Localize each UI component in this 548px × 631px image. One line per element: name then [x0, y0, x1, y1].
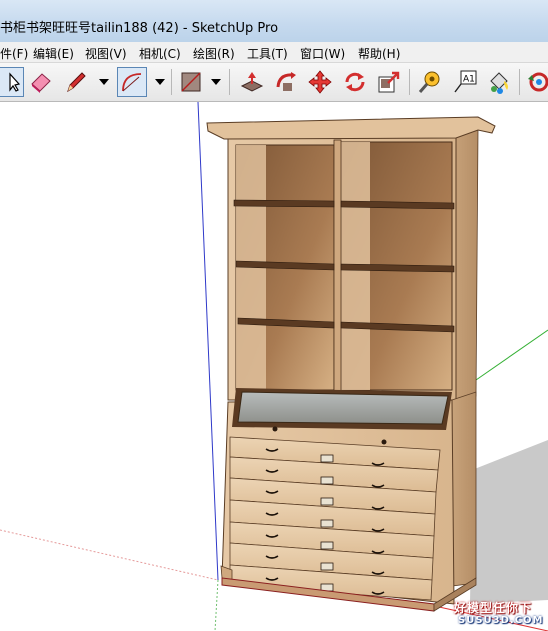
toolbar-separator	[519, 69, 520, 95]
chevron-down-icon	[155, 79, 165, 85]
glass-lid	[237, 391, 449, 425]
orbit-tool-button[interactable]	[524, 67, 548, 97]
window-title: 书柜书架旺旺号tailin188 (42) - SketchUp Pro	[0, 21, 279, 36]
paint-bucket-icon	[490, 72, 508, 94]
paint-bucket-tool-button[interactable]	[484, 67, 514, 97]
chevron-down-icon	[211, 79, 221, 85]
chevron-down-icon	[99, 79, 109, 85]
menu-bar: 件(F) 编辑(E) 视图(V) 相机(C) 绘图(R) 工具(T) 窗口(W)…	[0, 42, 548, 63]
crown-molding	[206, 116, 496, 140]
center-divider	[333, 139, 342, 393]
green-axis-line	[475, 329, 548, 381]
green-axis-dashed	[214, 579, 219, 631]
drawer-stack	[229, 436, 441, 601]
lid-knob	[272, 426, 278, 432]
menu-draw[interactable]: 绘图(R)	[193, 45, 235, 62]
modeling-viewport[interactable]	[0, 102, 548, 631]
rotate-tool-button[interactable]	[340, 67, 370, 97]
move-tool-button[interactable]	[305, 67, 335, 97]
rectangle-icon	[181, 72, 201, 92]
main-toolbar: A1	[0, 63, 548, 102]
svg-text:A1: A1	[463, 75, 475, 85]
blue-axis-line	[197, 102, 219, 581]
watermark-cn: 好模型任你下	[454, 601, 533, 615]
rotate-icon	[345, 72, 365, 92]
pencil-dropdown[interactable]	[96, 69, 112, 95]
menu-window[interactable]: 窗口(W)	[300, 45, 345, 62]
toolbar-separator	[229, 69, 230, 95]
floor-shadow	[470, 440, 548, 604]
eraser-tool-button[interactable]	[26, 67, 56, 97]
model-scene	[0, 102, 548, 631]
title-bar: 书柜书架旺旺号tailin188 (42) - SketchUp Pro	[0, 0, 548, 42]
tape-measure-icon	[418, 71, 440, 93]
arc-icon	[122, 73, 142, 92]
orbit-icon	[528, 72, 548, 92]
text-tool-button[interactable]: A1	[449, 67, 479, 97]
rectangle-dropdown[interactable]	[208, 69, 224, 95]
scale-icon	[378, 71, 400, 93]
menu-camera[interactable]: 相机(C)	[139, 45, 181, 62]
push-pull-icon	[240, 72, 264, 92]
follow-me-tool-button[interactable]	[271, 67, 301, 97]
toolbar-separator	[171, 69, 172, 95]
eraser-icon	[31, 73, 51, 93]
tape-measure-tool-button[interactable]	[415, 67, 445, 97]
arc-tool-button[interactable]	[117, 67, 147, 97]
select-tool-button[interactable]	[0, 67, 24, 97]
watermark-en: SUSU3D.COM	[458, 615, 544, 626]
toolbar-separator	[409, 69, 410, 95]
base-side-panel	[451, 391, 477, 587]
select-icon	[9, 72, 20, 92]
push-pull-tool-button[interactable]	[237, 67, 267, 97]
menu-edit[interactable]: 编辑(E)	[33, 45, 74, 62]
pencil-icon	[67, 72, 86, 93]
text-label-icon: A1	[454, 70, 477, 93]
rectangle-tool-button[interactable]	[176, 67, 206, 97]
lid-knob	[381, 439, 387, 445]
site-watermark: 好模型任你下 SUSU3D.COM	[450, 597, 548, 631]
menu-tools[interactable]: 工具(T)	[247, 45, 288, 62]
move-icon	[308, 70, 332, 94]
follow-me-icon	[276, 72, 296, 91]
scale-tool-button[interactable]	[374, 67, 404, 97]
menu-help[interactable]: 帮助(H)	[358, 45, 400, 62]
menu-view[interactable]: 视图(V)	[85, 45, 127, 62]
pencil-tool-button[interactable]	[61, 67, 91, 97]
red-axis-dashed	[0, 529, 219, 581]
menu-file[interactable]: 件(F)	[0, 45, 28, 62]
arc-dropdown[interactable]	[152, 69, 168, 95]
